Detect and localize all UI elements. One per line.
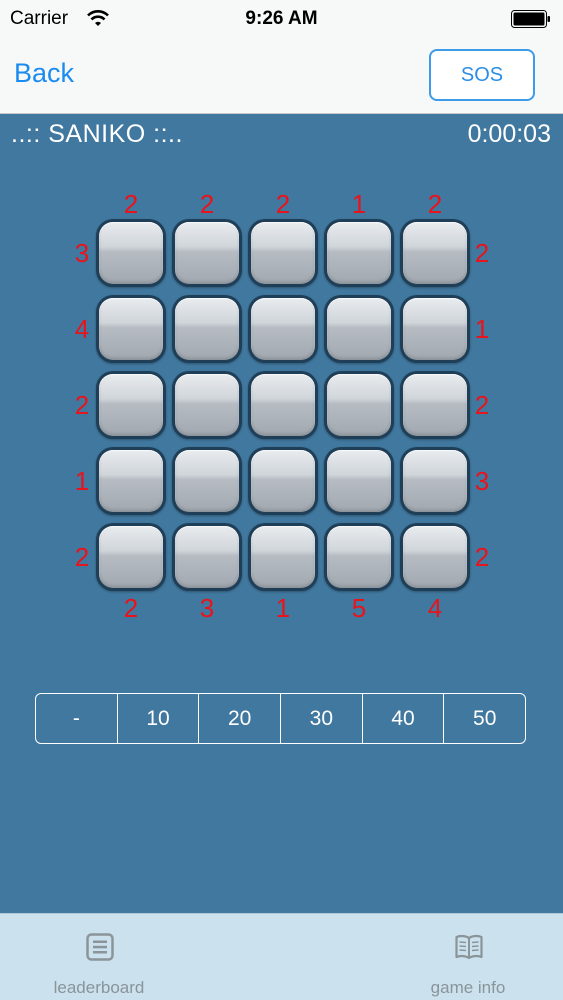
tile-face: [251, 450, 315, 512]
tab-game-info[interactable]: game info: [388, 914, 548, 1000]
segment-option[interactable]: 50: [444, 694, 525, 743]
clue-top: 2: [427, 189, 443, 219]
tile-face: [403, 374, 467, 436]
tab-label-game-info: game info: [430, 978, 506, 997]
grid-tile[interactable]: [172, 295, 242, 363]
clue-left: 3: [74, 238, 90, 268]
clue-right: 3: [474, 466, 490, 496]
clue-left: 2: [74, 542, 90, 572]
grid-tile[interactable]: [96, 219, 166, 287]
tile-face: [251, 222, 315, 284]
grid-tile[interactable]: [400, 219, 470, 287]
tile-face: [99, 298, 163, 360]
tile-face: [99, 526, 163, 588]
clue-bottom: 1: [275, 593, 291, 623]
grid-tile[interactable]: [172, 447, 242, 515]
game-board: 2 2 2 3 2 1 1 5 2 4 3 2 4 1 2 2 1 3 2 2: [0, 0, 563, 640]
grid-tile[interactable]: [248, 219, 318, 287]
grid-tile[interactable]: [172, 219, 242, 287]
book-icon: [455, 934, 483, 960]
clue-bottom: 4: [427, 593, 443, 623]
grid-tile[interactable]: [248, 371, 318, 439]
tab-bar: leaderboard game info: [0, 913, 563, 1000]
segment-option[interactable]: 10: [118, 694, 200, 743]
grid-tile[interactable]: [324, 371, 394, 439]
grid-tile[interactable]: [400, 295, 470, 363]
tile-face: [175, 222, 239, 284]
grid-tile[interactable]: [96, 447, 166, 515]
tile-face: [403, 222, 467, 284]
grid-tile[interactable]: [96, 295, 166, 363]
tile-face: [251, 298, 315, 360]
value-segmented-control: -10 20 30 40 50: [35, 693, 526, 744]
clue-right: 1: [474, 314, 490, 344]
clue-right: 2: [474, 390, 490, 420]
grid-tile[interactable]: [172, 523, 242, 591]
clue-bottom: 3: [199, 593, 215, 623]
grid-tile[interactable]: [172, 371, 242, 439]
grid-tile[interactable]: [324, 295, 394, 363]
grid-tile[interactable]: [248, 447, 318, 515]
grid-tile[interactable]: [400, 447, 470, 515]
tile-face: [175, 374, 239, 436]
list-icon: [86, 933, 114, 961]
segment-option[interactable]: 40: [363, 694, 445, 743]
grid-tile[interactable]: [324, 447, 394, 515]
tile-face: [251, 374, 315, 436]
tile-face: [327, 526, 391, 588]
clue-right: 2: [474, 238, 490, 268]
clue-left: 2: [74, 390, 90, 420]
segment-option[interactable]: 30: [281, 694, 363, 743]
clue-bottom: 2: [123, 593, 139, 623]
grid-tile[interactable]: [400, 523, 470, 591]
tile-face: [175, 450, 239, 512]
grid-tile[interactable]: [248, 295, 318, 363]
tile-face: [99, 374, 163, 436]
segment-option[interactable]: 20: [199, 694, 282, 743]
tile-face: [251, 526, 315, 588]
tile-face: [175, 298, 239, 360]
tile-face: [99, 450, 163, 512]
grid-tile[interactable]: [324, 523, 394, 591]
tile-face: [327, 374, 391, 436]
clue-top: 2: [199, 189, 215, 219]
tile-face: [175, 526, 239, 588]
tile-face: [327, 222, 391, 284]
clue-top: 1: [351, 189, 367, 219]
tab-leaderboard[interactable]: leaderboard: [19, 914, 179, 1000]
clue-top: 2: [275, 189, 291, 219]
clue-left: 4: [74, 314, 90, 344]
grid-tile[interactable]: [400, 371, 470, 439]
clue-right: 2: [474, 542, 490, 572]
tile-face: [403, 298, 467, 360]
grid-tile[interactable]: [324, 219, 394, 287]
tile-face: [403, 450, 467, 512]
clue-top: 2: [123, 189, 139, 219]
tile-face: [327, 298, 391, 360]
tab-label-leaderboard: leaderboard: [53, 978, 145, 997]
clue-bottom: 5: [351, 593, 367, 623]
tile-face: [99, 222, 163, 284]
tile-face: [327, 450, 391, 512]
clue-left: 1: [74, 466, 90, 496]
tile-face: [403, 526, 467, 588]
grid-tile[interactable]: [96, 371, 166, 439]
segment-option[interactable]: -: [36, 694, 118, 743]
grid-tile[interactable]: [248, 523, 318, 591]
grid-tile[interactable]: [96, 523, 166, 591]
